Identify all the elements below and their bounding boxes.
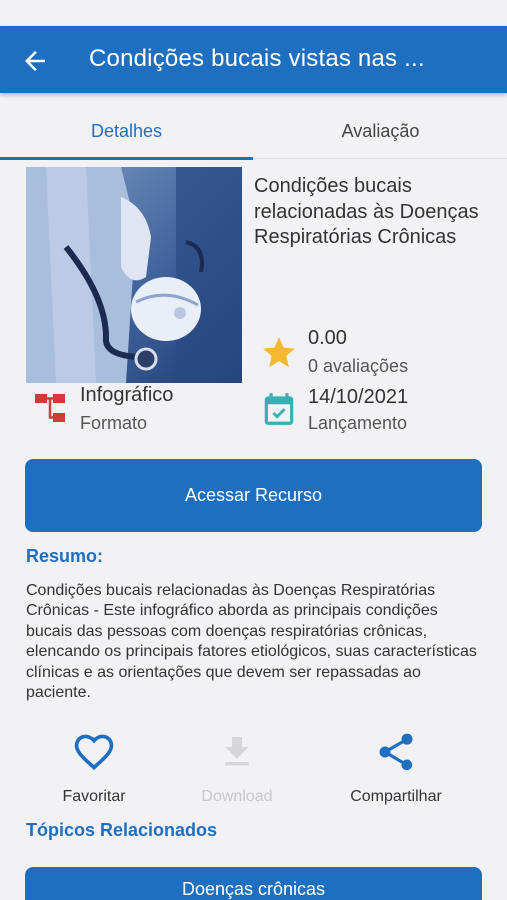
share-icon (379, 733, 413, 771)
share-label: Compartilhar (350, 788, 442, 805)
app-bar: Condições bucais vistas nas ... (0, 26, 507, 93)
calendar-check-icon (264, 393, 294, 425)
download-label: Download (201, 788, 273, 805)
heart-outline-icon (74, 734, 114, 771)
favorite-button[interactable]: Favoritar (14, 730, 174, 806)
format-label: Formato (80, 413, 148, 433)
tab-bar: Detalhes Avaliação (0, 93, 507, 160)
access-resource-button[interactable]: Acessar Recurso (25, 459, 482, 532)
rating-value: 0.00 (308, 327, 347, 349)
release-date: 14/10/2021 (308, 386, 409, 408)
tab-detalhes[interactable]: Detalhes (0, 93, 253, 160)
topic-chip-doencas-cronicas[interactable]: Doenças crônicas (25, 867, 482, 900)
summary-heading: Resumo: (26, 546, 104, 566)
tab-divider (254, 158, 507, 159)
arrow-left-icon (25, 51, 45, 71)
download-button[interactable]: Download (157, 730, 317, 806)
resource-cover-image (26, 167, 242, 383)
status-bar (0, 0, 507, 26)
resource-title: Condições bucais relacionadas às Doenças… (254, 175, 479, 249)
release-label: Lançamento (308, 413, 408, 433)
download-icon (225, 737, 249, 766)
tab-avaliacao[interactable]: Avaliação (254, 93, 507, 160)
rating-count: 0 avaliações (308, 356, 409, 376)
summary-text: Condições bucais relacionadas às Doenças… (26, 582, 477, 702)
infographic-icon (35, 394, 65, 422)
star-icon (263, 337, 295, 368)
share-button[interactable]: Compartilhar (316, 730, 476, 806)
back-button[interactable] (20, 46, 50, 76)
related-topics-heading: Tópicos Relacionados (26, 820, 218, 840)
format-value: Infográfico (80, 384, 174, 406)
favorite-label: Favoritar (62, 788, 126, 805)
page-title: Condições bucais vistas nas ... (89, 45, 425, 72)
